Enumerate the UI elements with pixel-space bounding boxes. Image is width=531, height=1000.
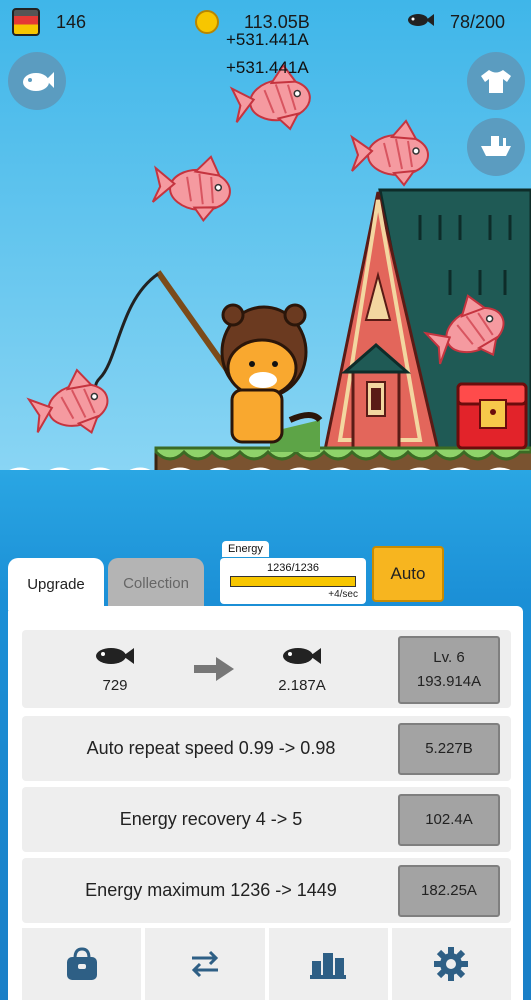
settings-button[interactable] [391, 928, 511, 1000]
swap-arrows-icon [191, 950, 218, 978]
energy-bar [230, 576, 356, 587]
auto-repeat-button[interactable]: 5.227B [398, 723, 500, 775]
fish-upgrade-row: 729 2.187A Lv. 6 193.914A [22, 630, 511, 708]
fish-count-icon [408, 12, 434, 33]
fish-to-icon [283, 646, 321, 671]
can-count: 146 [56, 12, 87, 32]
arrow-right-icon [194, 656, 234, 687]
whale-icon [23, 72, 54, 91]
energy-maximum-row: Energy maximum 1236 -> 1449 182.25A [22, 858, 511, 923]
settings-gear-icon [434, 947, 469, 981]
energy-bar-fill [231, 577, 355, 586]
ranking-bars-icon [310, 953, 347, 979]
floating-gain: +531.441A [226, 30, 309, 49]
swap-button[interactable] [145, 928, 265, 1000]
energy-maximum-cost: 182.25A [421, 882, 477, 899]
cat-fisher [94, 270, 323, 444]
fish-to-value: 2.187A [278, 677, 326, 694]
treasure-chest[interactable] [456, 382, 528, 450]
energy-rate: +4/sec [328, 589, 358, 600]
shirt-icon [481, 70, 511, 93]
auto-repeat-label: Auto repeat speed 0.99 -> 0.98 [86, 738, 336, 758]
fish-level: Lv. 6 [433, 649, 465, 666]
floating-gain: +531.441A [226, 58, 309, 77]
fish-menu-button[interactable] [8, 52, 66, 110]
energy-value: 1236/1236 [267, 562, 319, 574]
costume-button[interactable] [467, 52, 525, 110]
fish-upgrade-cost: 193.914A [416, 673, 482, 690]
fish-count: 78/200 [450, 12, 506, 32]
energy-maximum-label: Energy maximum 1236 -> 1449 [85, 880, 337, 900]
fish-from-icon [96, 646, 134, 671]
auto-repeat-cost: 5.227B [425, 740, 473, 757]
auto-repeat-row: Auto repeat speed 0.99 -> 0.98 5.227B [22, 716, 511, 781]
can-icon [12, 8, 40, 36]
energy-recovery-button[interactable]: 102.4A [398, 794, 500, 846]
tab-collection[interactable]: Collection [108, 558, 204, 608]
energy-recovery-label: Energy recovery 4 -> 5 [119, 809, 303, 829]
ship-button[interactable] [467, 118, 525, 176]
energy-maximum-button[interactable]: 182.25A [398, 865, 500, 917]
shop-bag-icon [66, 947, 97, 980]
shop-button[interactable] [22, 928, 142, 1000]
fish-upgrade-button[interactable]: Lv. 6 193.914A [398, 636, 500, 704]
fish-from-value: 729 [102, 677, 128, 694]
tab-upgrade[interactable]: Upgrade [8, 558, 104, 610]
energy-label: Energy [222, 541, 269, 557]
bottom-nav [22, 928, 511, 1000]
coin-icon [195, 10, 219, 34]
flying-fish [150, 151, 234, 224]
energy-recovery-row: Energy recovery 4 -> 5 102.4A [22, 787, 511, 852]
energy-recovery-cost: 102.4A [425, 811, 473, 828]
auto-button[interactable]: Auto [372, 546, 444, 602]
ranking-button[interactable] [268, 928, 388, 1000]
energy-meter: 1236/1236 +4/sec [220, 558, 366, 604]
flying-fish [351, 120, 429, 186]
ship-icon [481, 136, 511, 156]
